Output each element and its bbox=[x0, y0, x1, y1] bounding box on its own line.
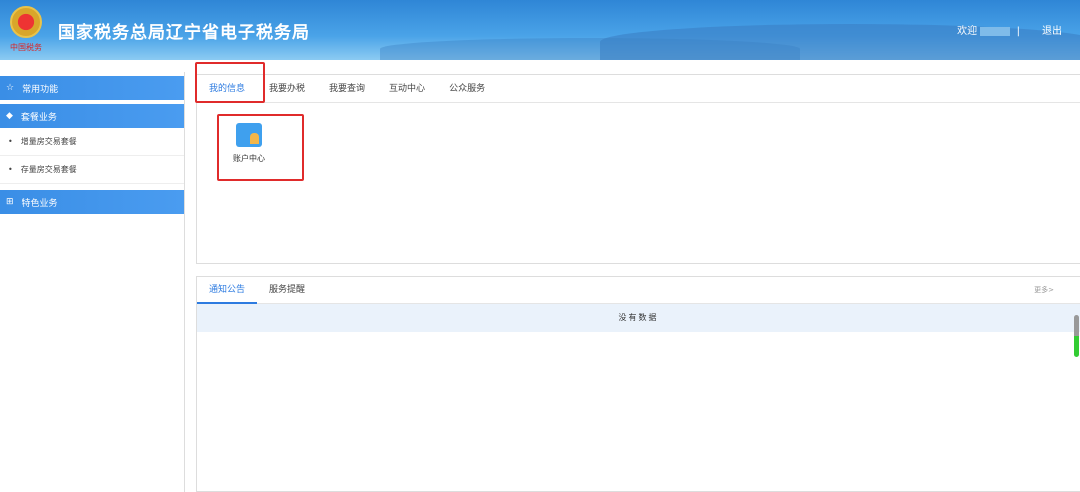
highlight-box-account bbox=[217, 114, 304, 181]
highlight-box-tab bbox=[195, 62, 265, 103]
star-icon: ☆ bbox=[6, 83, 15, 93]
header-banner: 中国税务 国家税务总局辽宁省电子税务局 欢迎 | 退出 bbox=[0, 0, 1080, 60]
logout-link[interactable]: 退出 bbox=[1042, 22, 1062, 37]
sidebar-common-functions[interactable]: ☆ 常用功能 bbox=[0, 76, 184, 100]
service-panel: 我的信息 我要办税 我要查询 互动中心 公众服务 账户中心 bbox=[196, 74, 1080, 264]
tab-tax-handling[interactable]: 我要办税 bbox=[257, 75, 317, 103]
tab-query[interactable]: 我要查询 bbox=[317, 75, 377, 103]
welcome-text: 欢迎 | bbox=[957, 26, 1020, 37]
sidebar-item-existing-house[interactable]: • 存量房交易套餐 bbox=[0, 156, 184, 184]
sidebar-package-business[interactable]: ◆ 套餐业务 bbox=[0, 104, 184, 128]
site-title: 国家税务总局辽宁省电子税务局 bbox=[58, 23, 310, 43]
tax-emblem-icon bbox=[10, 6, 42, 38]
sidebar-item-new-house[interactable]: • 增量房交易套餐 bbox=[0, 128, 184, 156]
scrollbar[interactable] bbox=[1074, 315, 1079, 357]
sidebar: ☆ 常用功能 ◆ 套餐业务 • 增量房交易套餐 • 存量房交易套餐 ⊞ 特色业务 bbox=[0, 72, 185, 492]
grid-icon: ⊞ bbox=[6, 197, 14, 207]
tab-interaction[interactable]: 互动中心 bbox=[377, 75, 437, 103]
more-link[interactable]: 更多> bbox=[1034, 285, 1054, 295]
tab-notices[interactable]: 通知公告 bbox=[197, 277, 258, 304]
notice-panel: 通知公告 服务提醒 更多> 没有数据 bbox=[196, 276, 1080, 492]
sidebar-special-business[interactable]: ⊞ 特色业务 bbox=[0, 190, 184, 214]
tab-public-service[interactable]: 公众服务 bbox=[437, 75, 497, 103]
cube-icon: ◆ bbox=[6, 111, 13, 121]
empty-row: 没有数据 bbox=[197, 304, 1080, 332]
tab-reminders[interactable]: 服务提醒 bbox=[257, 276, 317, 304]
seal-logo: 中国税务 bbox=[10, 43, 42, 52]
